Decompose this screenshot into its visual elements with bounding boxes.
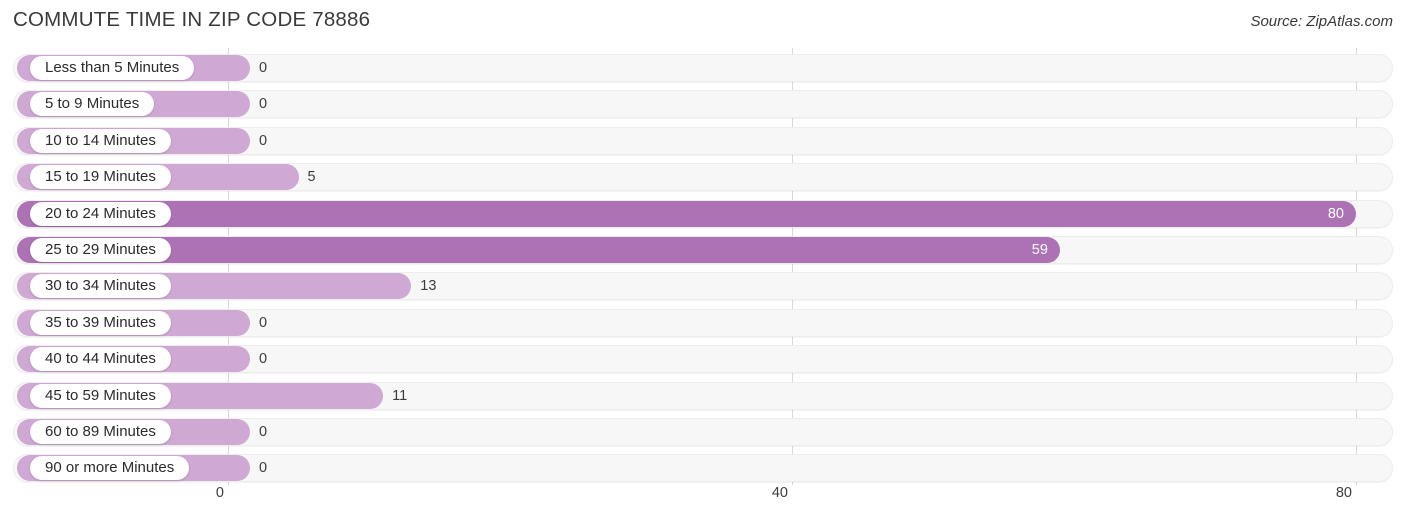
bar-row[interactable]: 5 to 9 Minutes 0 xyxy=(13,90,1393,119)
bar-row[interactable]: Less than 5 Minutes 0 xyxy=(13,54,1393,82)
bar-row[interactable]: 59 25 to 29 Minutes xyxy=(13,236,1393,264)
page-title: COMMUTE TIME IN ZIP CODE 78886 xyxy=(13,8,371,31)
bar-value-label: 0 xyxy=(259,351,268,368)
bar-category-label: 20 to 24 Minutes xyxy=(30,201,171,226)
bar-row[interactable]: 90 or more Minutes 0 xyxy=(13,454,1393,483)
bar: 59 xyxy=(17,237,1060,263)
bar: 80 xyxy=(17,200,1356,227)
bar-value-label: 0 xyxy=(259,60,268,76)
bar-category-label: 30 to 34 Minutes xyxy=(30,274,171,299)
plot-area: Less than 5 Minutes 0 5 to 9 Minutes 0 10 to… xyxy=(0,48,1406,488)
chart-page: COMMUTE TIME IN ZIP CODE 78886 Source: Z… xyxy=(0,0,1406,522)
bar-category-label: 35 to 39 Minutes xyxy=(30,310,171,335)
bar-value-label: 0 xyxy=(259,314,268,331)
bar-row[interactable]: 60 to 89 Minutes 0 xyxy=(13,418,1393,446)
axis-tick-label: 40 xyxy=(771,485,788,501)
bar-category-label: 15 to 19 Minutes xyxy=(30,165,171,190)
axis-tick-label: 80 xyxy=(1335,485,1352,501)
bar-value-label: 0 xyxy=(259,132,268,149)
bar-row[interactable]: 80 20 to 24 Minutes xyxy=(13,199,1393,228)
bar-category-label: 60 to 89 Minutes xyxy=(30,420,171,444)
bar-category-label: Less than 5 Minutes xyxy=(30,56,195,80)
source-attribution: Source: ZipAtlas.com xyxy=(1250,13,1393,30)
bar-row[interactable]: 40 to 44 Minutes 0 xyxy=(13,345,1393,374)
bar-row[interactable]: 35 to 39 Minutes 0 xyxy=(13,308,1393,337)
bar-value-label: 80 xyxy=(1327,205,1344,222)
bar-category-label: 40 to 44 Minutes xyxy=(30,347,171,372)
bar-row[interactable]: 30 to 34 Minutes 13 xyxy=(13,272,1393,301)
axis-tick-label: 0 xyxy=(215,485,224,501)
bar-category-label: 45 to 59 Minutes xyxy=(30,383,171,408)
bar-category-label: 10 to 14 Minutes xyxy=(30,128,171,153)
bar-value-label: 0 xyxy=(259,424,268,440)
bar-category-label: 90 or more Minutes xyxy=(30,456,190,481)
bar-row[interactable]: 45 to 59 Minutes 11 xyxy=(13,381,1393,410)
bar-category-label: 5 to 9 Minutes xyxy=(30,92,155,117)
bar-value-label: 0 xyxy=(259,460,268,477)
bar-row[interactable]: 15 to 19 Minutes 5 xyxy=(13,163,1393,192)
bar-category-label: 25 to 29 Minutes xyxy=(30,238,171,262)
x-axis: 0 40 80 xyxy=(0,485,1406,515)
bar-value-label: 59 xyxy=(1031,242,1048,258)
bar-value-label: 13 xyxy=(420,278,437,295)
bar-value-label: 11 xyxy=(392,387,408,404)
bar-value-label: 0 xyxy=(259,96,268,113)
bar-row[interactable]: 10 to 14 Minutes 0 xyxy=(13,126,1393,155)
bar-value-label: 5 xyxy=(307,169,316,186)
